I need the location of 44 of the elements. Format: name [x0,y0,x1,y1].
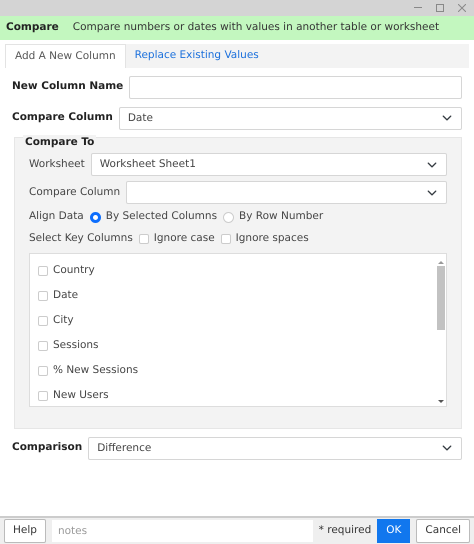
option-label: Ignore case [154,231,215,246]
radio-button[interactable] [223,212,234,222]
option-label: By Row Number [239,209,324,224]
option-label: By Selected Columns [106,209,218,224]
checkbox[interactable] [220,234,231,244]
dialog-description: Compare numbers or dates with values in another table or worksheet [72,20,440,36]
field-label: Compare Column [12,110,113,126]
comparison-dropdown[interactable]: Difference [88,436,462,460]
column-name: Sessions [53,338,99,353]
checkbox[interactable] [38,266,48,276]
help-button[interactable]: Help [4,519,46,543]
field-label: New Column Name [12,79,124,94]
dialog-title: Compare [6,20,59,36]
column-name: % New Sessions [53,362,138,378]
field-label: Compare Column [29,184,120,200]
compare-column-dropdown[interactable]: Date [118,106,462,130]
radio-button[interactable] [90,212,101,222]
checkbox[interactable] [38,366,48,376]
maximize-icon[interactable] [436,4,444,12]
field-label: Align Data [29,209,84,224]
worksheet-dropdown[interactable]: Worksheet Sheet1 [90,153,447,176]
column-name: Country [53,262,95,278]
checkbox[interactable] [38,290,48,300]
field-label: Select Key Columns [29,231,133,246]
checkbox[interactable] [38,390,48,400]
cancel-button[interactable]: Cancel [416,519,470,543]
column-name: Date [53,288,78,303]
checkbox[interactable] [38,340,48,350]
notes-field[interactable]: notes [52,520,313,542]
field-label: Worksheet [29,156,85,172]
column-name: City [53,312,74,328]
tab[interactable]: Add A New Column [5,44,126,68]
checkbox[interactable] [38,316,48,326]
new-column-name-field[interactable] [129,76,462,98]
ok-button[interactable]: OK [377,519,410,543]
close-icon[interactable] [458,4,466,12]
option-label: Ignore spaces [236,231,309,246]
required-note: * required [318,523,372,538]
compare-column-dropdown[interactable] [126,181,447,204]
column-name: New Users [53,388,109,403]
field-label: Comparison [12,440,82,456]
minimize-icon[interactable] [414,7,422,9]
checkbox[interactable] [138,234,149,244]
tab[interactable]: Replace Existing Values [126,44,268,68]
